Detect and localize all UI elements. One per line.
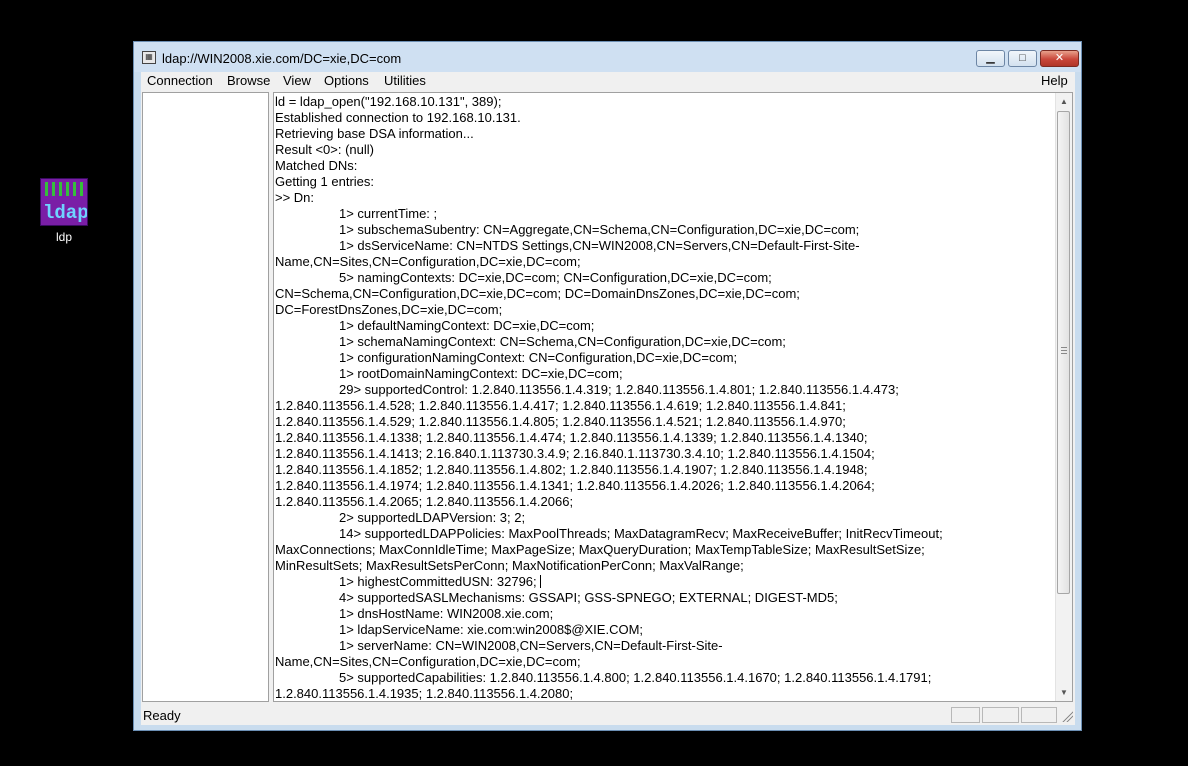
log-line: 1> dsServiceName: CN=NTDS Settings,CN=WI… (339, 238, 860, 253)
log-line: 1> serverName: CN=WIN2008,CN=Servers,CN=… (339, 638, 723, 653)
log-line: Established connection to 192.168.10.131… (275, 110, 521, 125)
output-pane[interactable]: ld = ldap_open("192.168.10.131", 389); Es… (273, 92, 1073, 702)
log-line: DC=ForestDnsZones,DC=xie,DC=com; (275, 302, 503, 317)
log-line: 1.2.840.113556.1.4.529; 1.2.840.113556.1… (275, 414, 846, 429)
maximize-button[interactable]: □ (1008, 50, 1037, 67)
log-line: 1> subschemaSubentry: CN=Aggregate,CN=Sc… (339, 222, 860, 237)
log-line: 1.2.840.113556.1.4.1935; 1.2.840.113556.… (275, 686, 574, 700)
tree-view-pane[interactable] (142, 92, 269, 702)
close-icon: ✕ (1054, 52, 1065, 64)
desktop-icon-label: ldp (55, 230, 72, 244)
menu-utilities[interactable]: Utilities (384, 73, 426, 88)
log-line: 1> dnsHostName: WIN2008.xie.com; (339, 606, 554, 621)
log-line: 1.2.840.113556.1.4.1338; 1.2.840.113556.… (275, 430, 868, 445)
log-line: Result <0>: (null) (275, 142, 374, 157)
log-line: ld = ldap_open("192.168.10.131", 389); (275, 94, 502, 109)
log-line: MaxConnections; MaxConnIdleTime; MaxPage… (275, 542, 925, 557)
text-caret (539, 575, 541, 588)
log-line: Name,CN=Sites,CN=Configuration,DC=xie,DC… (275, 654, 581, 669)
menu-help[interactable]: Help (1041, 73, 1068, 88)
status-panel (982, 707, 1019, 723)
menu-bar: Connection Browse View Options Utilities… (141, 72, 1075, 91)
log-line: >> Dn: (275, 190, 315, 205)
output-log[interactable]: ld = ldap_open("192.168.10.131", 389); Es… (275, 94, 1055, 700)
log-line: 1.2.840.113556.1.4.528; 1.2.840.113556.1… (275, 398, 846, 413)
log-line: 5> supportedCapabilities: 1.2.840.113556… (339, 670, 932, 685)
desktop-ldp-shortcut[interactable]: ldap ldp (28, 178, 100, 244)
log-line: 2> supportedLDAPVersion: 3; 2; (339, 510, 526, 525)
maximize-icon: □ (1019, 52, 1026, 64)
log-line: 1.2.840.113556.1.4.2065; 1.2.840.113556.… (275, 494, 574, 509)
log-line: 1.2.840.113556.1.4.1852; 1.2.840.113556.… (275, 462, 868, 477)
minimize-button[interactable]: ▁ (976, 50, 1005, 67)
log-line: 14> supportedLDAPPolicies: MaxPoolThread… (339, 526, 943, 541)
log-line: Name,CN=Sites,CN=Configuration,DC=xie,DC… (275, 254, 581, 269)
menu-view[interactable]: View (283, 73, 311, 88)
menu-options[interactable]: Options (324, 73, 369, 88)
status-panel (951, 707, 980, 723)
log-line: 1> ldapServiceName: xie.com:win2008$@XIE… (339, 622, 644, 637)
ldp-window: ▦ ldap://WIN2008.xie.com/DC=xie,DC=com ▁… (133, 41, 1082, 731)
window-title: ldap://WIN2008.xie.com/DC=xie,DC=com (162, 51, 402, 66)
log-line: 1> configurationNamingContext: CN=Config… (339, 350, 738, 365)
log-line: 1> schemaNamingContext: CN=Schema,CN=Con… (339, 334, 786, 349)
log-line: Retrieving base DSA information... (275, 126, 474, 141)
log-line: 1> rootDomainNamingContext: DC=xie,DC=co… (339, 366, 623, 381)
log-line: 29> supportedControl: 1.2.840.113556.1.4… (339, 382, 899, 397)
log-line: 1> currentTime: ; (339, 206, 438, 221)
menu-connection[interactable]: Connection (147, 73, 213, 88)
scroll-up-arrow-icon[interactable]: ▲ (1056, 93, 1072, 110)
log-line: 1> defaultNamingContext: DC=xie,DC=com; (339, 318, 595, 333)
status-bar: Ready (141, 705, 1075, 725)
vertical-scrollbar[interactable]: ▲ ▼ (1055, 93, 1072, 701)
log-line: CN=Schema,CN=Configuration,DC=xie,DC=com… (275, 286, 800, 301)
log-line: 1.2.840.113556.1.4.1413; 2.16.840.1.1137… (275, 446, 875, 461)
log-line: 4> supportedSASLMechanisms: GSSAPI; GSS-… (339, 590, 838, 605)
log-line: MinResultSets; MaxResultSetsPerConn; Max… (275, 558, 744, 573)
log-line: 1.2.840.113556.1.4.1974; 1.2.840.113556.… (275, 478, 875, 493)
log-line: 5> namingContexts: DC=xie,DC=com; CN=Con… (339, 270, 772, 285)
scroll-thumb[interactable] (1057, 111, 1070, 594)
resize-grip-icon[interactable] (1061, 710, 1073, 722)
status-text: Ready (143, 708, 181, 723)
app-icon[interactable]: ▦ (142, 51, 156, 64)
client-area: ld = ldap_open("192.168.10.131", 389); Es… (141, 91, 1075, 725)
minimize-icon: ▁ (986, 52, 995, 64)
log-line: 1> highestCommittedUSN: 32796; (275, 574, 1055, 590)
status-panel (1021, 707, 1057, 723)
ldp-icon: ldap (40, 178, 88, 226)
title-bar[interactable]: ▦ ldap://WIN2008.xie.com/DC=xie,DC=com ▁… (134, 42, 1081, 72)
scroll-down-arrow-icon[interactable]: ▼ (1056, 684, 1072, 701)
close-button[interactable]: ✕ (1040, 50, 1079, 67)
log-line: Matched DNs: (275, 158, 358, 173)
menu-browse[interactable]: Browse (227, 73, 270, 88)
log-line: Getting 1 entries: (275, 174, 374, 189)
